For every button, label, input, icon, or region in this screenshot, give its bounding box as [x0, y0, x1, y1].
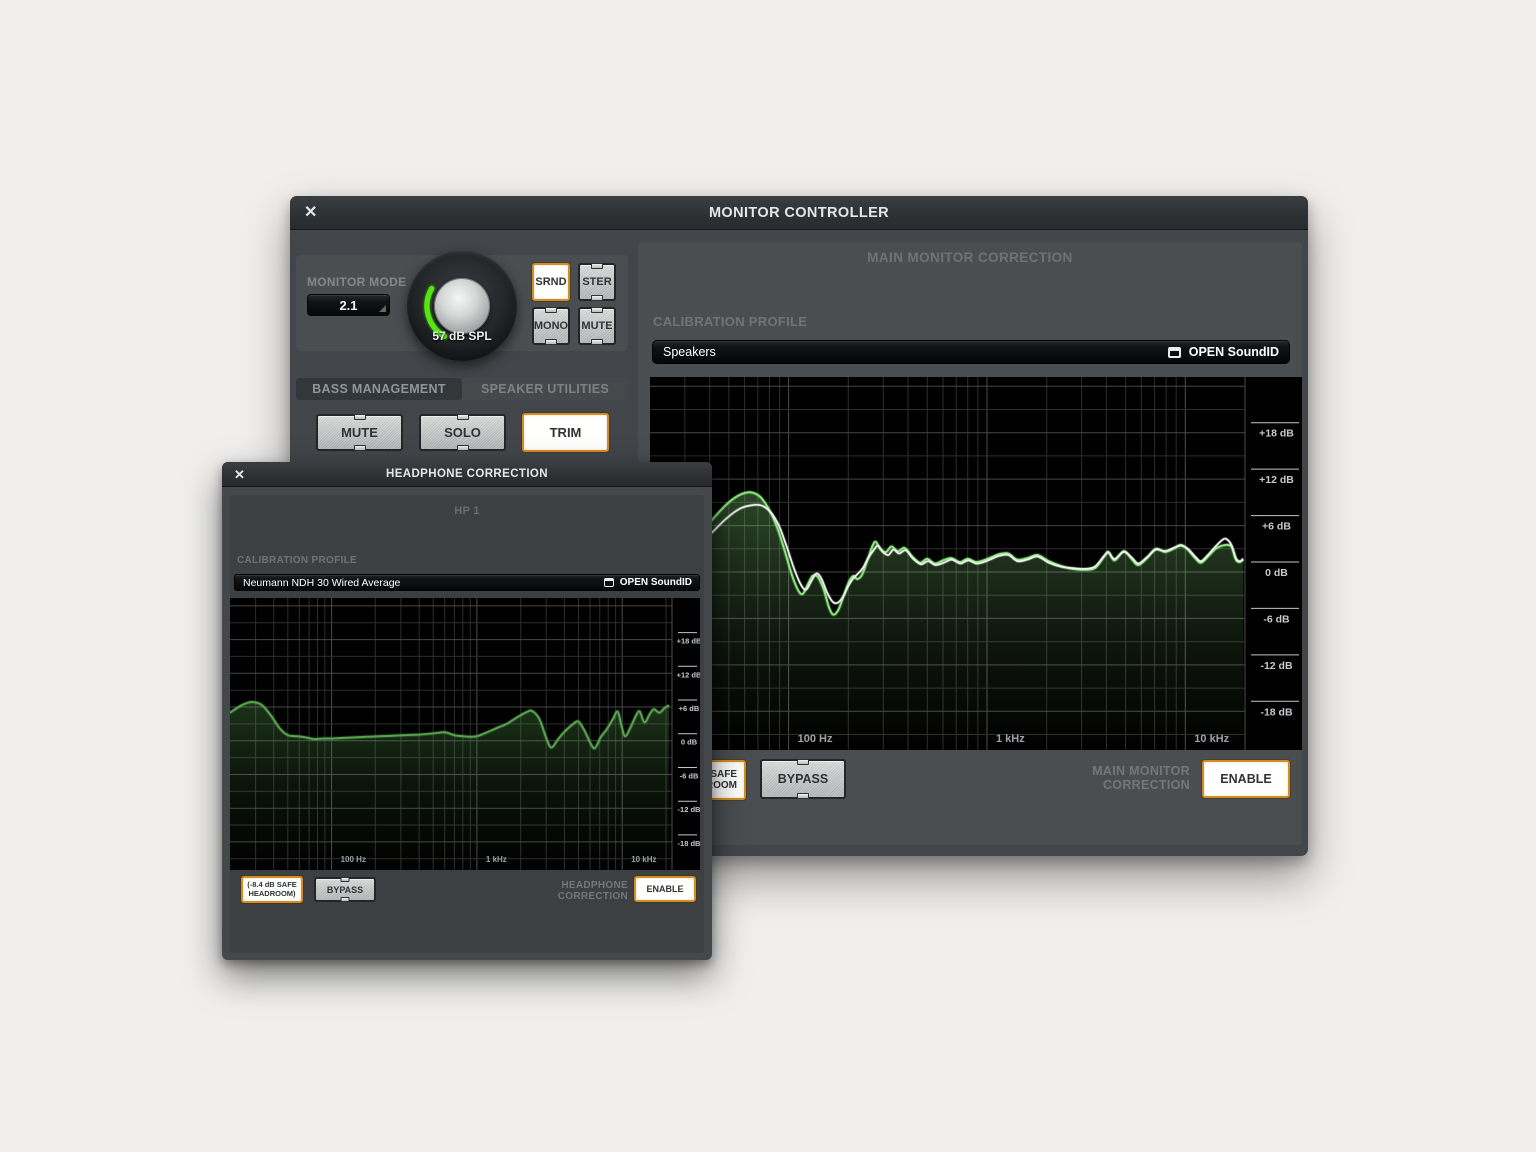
window-title: MONITOR CONTROLLER [709, 205, 889, 221]
volume-knob[interactable] [407, 251, 517, 361]
close-icon[interactable]: ✕ [304, 205, 318, 221]
headphone-channel-label: HP 1 [230, 505, 704, 517]
section-label-line1: MAIN MONITOR [1092, 765, 1190, 779]
bypass-button[interactable]: BYPASS [314, 877, 376, 902]
open-soundid-label: OPEN SoundID [620, 577, 692, 588]
speaker-tabbar: BASS MANAGEMENT SPEAKER UTILITIES [296, 378, 628, 400]
stereo-button[interactable]: STER [578, 263, 616, 301]
utility-trim-button[interactable]: TRIM [522, 413, 609, 452]
svg-text:+6 dB: +6 dB [679, 704, 700, 713]
headphone-titlebar: ✕ HEADPHONE CORRECTION [222, 462, 712, 487]
svg-text:-12 dB: -12 dB [1260, 660, 1293, 672]
spl-readout: 57 dB SPL [407, 329, 517, 343]
main-response-chart: +18 dB +12 dB +6 dB 0 dB -6 dB -12 dB -18 dB 10… [650, 377, 1302, 750]
window-title: HEADPHONE CORRECTION [386, 468, 548, 480]
main-monitor-correction-label: MAIN MONITOR CORRECTION [1092, 765, 1190, 793]
svg-text:1 kHz: 1 kHz [486, 855, 507, 864]
section-label-line1: HEADPHONE [558, 880, 628, 891]
bypass-button[interactable]: BYPASS [760, 759, 846, 799]
calibration-profile-label: CALIBRATION PROFILE [653, 314, 807, 329]
svg-text:+12 dB: +12 dB [677, 670, 700, 679]
headphone-correction-label: HEADPHONE CORRECTION [558, 880, 628, 902]
svg-text:10 kHz: 10 kHz [631, 855, 656, 864]
svg-text:1 kHz: 1 kHz [996, 733, 1025, 745]
tab-speaker-utilities[interactable]: SPEAKER UTILITIES [462, 378, 628, 400]
svg-text:100 Hz: 100 Hz [341, 855, 366, 864]
svg-text:-18 dB: -18 dB [1260, 706, 1293, 718]
headphone-response-chart: +18 dB +12 dB +6 dB 0 dB -6 dB -12 dB -18 dB 10… [230, 598, 700, 870]
close-icon[interactable]: ✕ [234, 468, 245, 481]
mono-button[interactable]: MONO [532, 307, 570, 345]
svg-text:0 dB: 0 dB [1265, 567, 1288, 579]
headphone-correction-window: ✕ HEADPHONE CORRECTION HP 1 CALIBRATION … [222, 462, 712, 960]
profile-name: Speakers [653, 345, 1168, 359]
app-window-icon [1168, 347, 1181, 358]
section-label-line2: CORRECTION [1092, 779, 1190, 793]
main-monitor-correction-panel: MAIN MONITOR CORRECTION CALIBRATION PROF… [638, 242, 1302, 845]
monitor-mode-label: MONITOR MODE [307, 275, 406, 289]
profile-name: Neumann NDH 30 Wired Average [235, 577, 604, 589]
svg-text:100 Hz: 100 Hz [798, 733, 833, 745]
section-label-line2: CORRECTION [558, 891, 628, 902]
svg-text:-18 dB: -18 dB [678, 839, 700, 848]
calibration-profile-select[interactable]: Speakers OPEN SoundID [652, 340, 1290, 364]
monitor-controller-titlebar: ✕ MONITOR CONTROLLER [290, 196, 1308, 230]
open-soundid-label: OPEN SoundID [1189, 345, 1279, 359]
tab-bass-management[interactable]: BASS MANAGEMENT [296, 378, 462, 400]
svg-text:+6 dB: +6 dB [1262, 521, 1291, 533]
svg-text:-12 dB: -12 dB [678, 805, 700, 814]
calibration-profile-label: CALIBRATION PROFILE [237, 555, 357, 566]
svg-text:10 kHz: 10 kHz [1194, 733, 1229, 745]
svg-text:+18 dB: +18 dB [677, 637, 700, 646]
utility-mute-button[interactable]: MUTE [316, 414, 403, 451]
svg-text:+12 dB: +12 dB [1259, 474, 1294, 486]
svg-text:-6 dB: -6 dB [1263, 613, 1290, 625]
surround-button[interactable]: SRND [532, 263, 570, 301]
volume-knob-arc [407, 251, 517, 361]
svg-text:+18 dB: +18 dB [1259, 428, 1294, 440]
safe-headroom-button[interactable]: (-8.4 dB SAFE HEADROOM) [241, 876, 303, 903]
enable-button[interactable]: ENABLE [634, 876, 696, 902]
open-soundid-button[interactable]: OPEN SoundID [604, 577, 699, 588]
enable-button[interactable]: ENABLE [1202, 760, 1290, 798]
mute-button[interactable]: MUTE [578, 307, 616, 345]
svg-text:0 dB: 0 dB [681, 738, 698, 747]
open-soundid-button[interactable]: OPEN SoundID [1168, 345, 1289, 359]
headroom-line2: HEADROOM) [248, 890, 295, 899]
utility-solo-button[interactable]: SOLO [419, 414, 506, 451]
svg-text:-6 dB: -6 dB [680, 772, 699, 781]
app-window-icon [604, 578, 614, 587]
headphone-panel: HP 1 CALIBRATION PROFILE Neumann NDH 30 … [230, 495, 704, 953]
panel-header: MAIN MONITOR CORRECTION [638, 250, 1302, 265]
calibration-profile-select[interactable]: Neumann NDH 30 Wired Average OPEN SoundI… [234, 574, 700, 591]
monitor-mode-select[interactable]: 2.1 [307, 294, 390, 316]
